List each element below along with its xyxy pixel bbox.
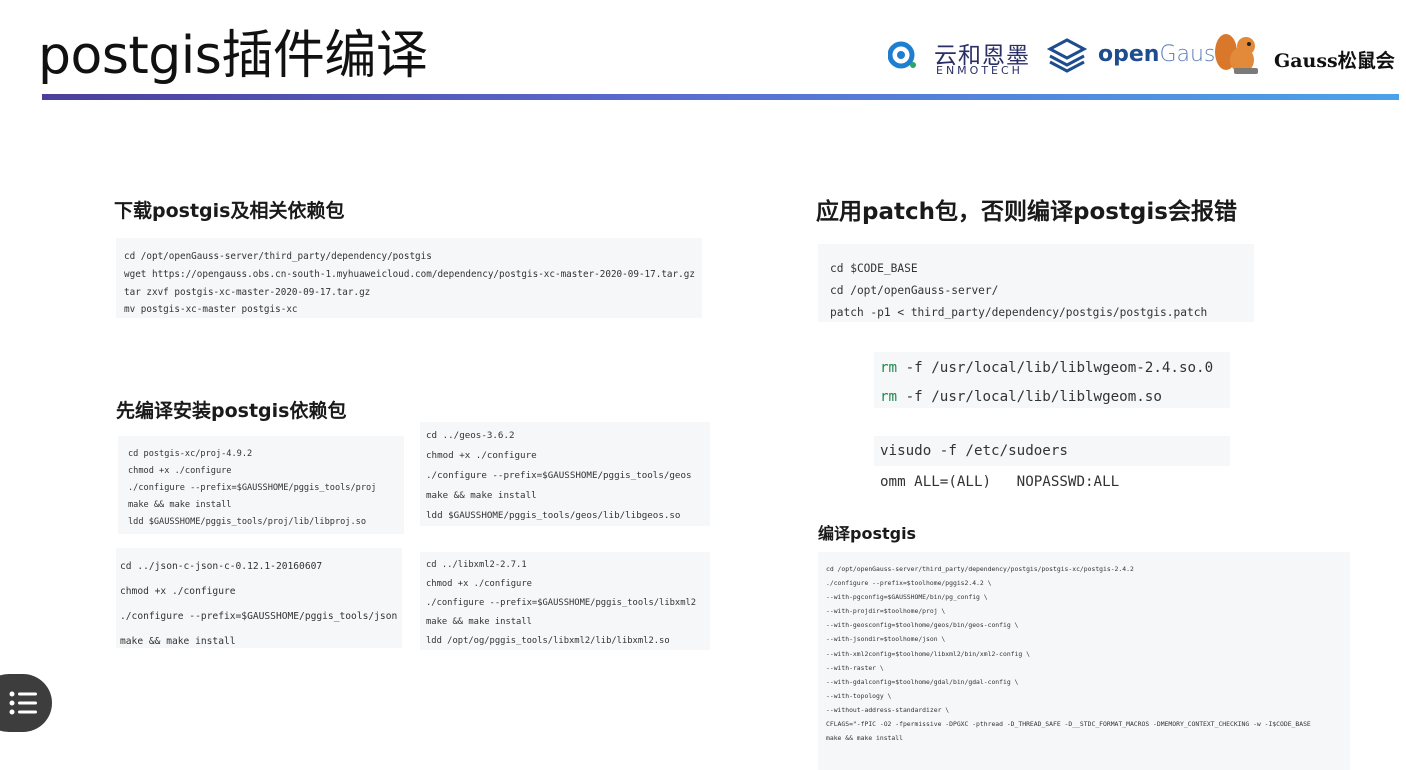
code-line: ldd /opt/og/pggis_tools/libxml2/lib/libx…: [426, 636, 670, 646]
geos-code-block: cd ../geos-3.6.2 chmod +x ./configure ./…: [420, 422, 710, 526]
code-line: make && make install: [426, 617, 532, 627]
code-line: --with-projdir=$toolhome/proj \: [826, 607, 946, 616]
code-line: mv postgis-xc-master postgis-xc: [124, 304, 298, 316]
rm-code-block: rm -f /usr/local/lib/liblwgeom-2.4.so.0 …: [874, 352, 1230, 408]
title-divider: [42, 94, 1399, 100]
code-line: --with-pgconfig=$GAUSSHOME/bin/pg_config…: [826, 593, 988, 602]
code-line: rm -f /usr/local/lib/liblwgeom-2.4.so.0: [880, 354, 1224, 383]
code-line: make && make install: [128, 500, 232, 510]
libxml-code-block: cd ../libxml2-2.7.1 chmod +x ./configure…: [420, 552, 710, 650]
enmo-en-name: ENMOTECH: [936, 64, 1023, 77]
code-line: omm ALL=(ALL) NOPASSWD:ALL: [880, 474, 1120, 490]
code-line: chmod +x ./configure: [426, 579, 532, 589]
code-line: CFLAGS="-fPIC -O2 -fpermissive -DPGXC -p…: [826, 720, 1311, 729]
code-line: ldd $GAUSSHOME/pggis_tools/proj/lib/libp…: [128, 517, 366, 527]
code-line: cd postgis-xc/proj-4.9.2: [128, 449, 253, 459]
code-line: cd /opt/openGauss-server/third_party/dep…: [124, 251, 432, 262]
code-line: wget https://opengauss.obs.cn-south-1.my…: [124, 268, 695, 280]
code-line: tar zxvf postgis-xc-master-2020-09-17.ta…: [124, 286, 371, 298]
code-line: --with-xml2config=$toolhome/libxml2/bin/…: [826, 649, 1030, 658]
code-line: cd /opt/openGauss-server/: [830, 284, 999, 297]
list-menu-button[interactable]: [0, 674, 52, 732]
enmo-logo: 云和恩墨 ENMOTECH: [886, 36, 1029, 77]
squirrel-logo-icon: [1215, 34, 1258, 74]
opengauss-logo-icon: [1046, 38, 1088, 73]
download-heading: 下载postgis及相关依赖包: [114, 200, 345, 222]
code-line: ./configure --prefix=$toolhome/pggis2.4.…: [826, 579, 992, 588]
rm-command: rm: [880, 389, 898, 405]
omm-line: omm ALL=(ALL) NOPASSWD:ALL: [874, 468, 1230, 496]
visudo-code-block: visudo -f /etc/sudoers: [874, 436, 1230, 466]
patch-heading: 应用patch包，否则编译postgis会报错: [816, 199, 1237, 225]
code-line: --with-raster \: [826, 663, 884, 672]
list-menu-icon: [9, 691, 37, 715]
code-line: make && make install: [120, 636, 236, 647]
code-line: visudo -f /etc/sudoers: [880, 443, 1068, 459]
page-title: postgis插件编译: [38, 26, 428, 86]
code-line: chmod +x ./configure: [128, 466, 232, 476]
gauss-club-name: Gauss松鼠会: [1274, 50, 1395, 72]
code-line: ./configure --prefix=$GAUSSHOME/pggis_to…: [120, 611, 398, 622]
code-line: cd ../libxml2-2.7.1: [426, 560, 527, 570]
code-line: --with-geosconfig=$toolhome/geos/bin/geo…: [826, 621, 1019, 630]
code-line: rm -f /usr/local/lib/liblwgeom.so: [880, 383, 1224, 408]
logo-bar: 云和恩墨 ENMOTECH openGauss Gauss松鼠会: [886, 30, 1401, 80]
download-code-block: cd /opt/openGauss-server/third_party/dep…: [116, 238, 702, 318]
compile-heading: 编译postgis: [818, 524, 917, 543]
code-line: cd ../geos-3.6.2: [426, 430, 515, 441]
code-line: ./configure --prefix=$GAUSSHOME/pggis_to…: [426, 598, 697, 608]
code-line: chmod +x ./configure: [120, 586, 236, 597]
code-line: chmod +x ./configure: [426, 450, 537, 461]
code-line: --with-topology \: [826, 691, 892, 700]
rm-command: rm: [880, 360, 898, 376]
code-line: ./configure --prefix=$GAUSSHOME/pggis_to…: [426, 470, 692, 481]
code-line: cd ../json-c-json-c-0.12.1-20160607: [120, 561, 323, 572]
code-line: make && make install: [826, 734, 903, 743]
code-line: patch -p1 < third_party/dependency/postg…: [830, 306, 1208, 319]
code-line: --with-jsondir=$toolhome/json \: [826, 635, 946, 644]
code-line: cd $CODE_BASE: [830, 262, 918, 275]
proj-code-block: cd postgis-xc/proj-4.9.2 chmod +x ./conf…: [118, 436, 404, 534]
opengauss-open-text: open: [1098, 42, 1160, 67]
rm-args: -f /usr/local/lib/liblwgeom.so: [897, 389, 1162, 405]
opengauss-logo: openGauss: [1046, 34, 1227, 76]
compile-code-block: cd /opt/openGauss-server/third_party/dep…: [818, 552, 1350, 770]
patch-code-block: cd $CODE_BASE cd /opt/openGauss-server/ …: [818, 244, 1254, 322]
deps-heading: 先编译安装postgis依赖包: [116, 400, 347, 422]
rm-args: -f /usr/local/lib/liblwgeom-2.4.so.0: [897, 360, 1214, 376]
code-line: ldd $GAUSSHOME/pggis_tools/geos/lib/libg…: [426, 510, 681, 521]
code-line: cd /opt/openGauss-server/third_party/dep…: [826, 565, 1134, 573]
enmo-logo-icon: [888, 41, 916, 69]
code-line: --without-address-standardizer \: [826, 705, 950, 714]
json-code-block: cd ../json-c-json-c-0.12.1-20160607 chmo…: [116, 548, 402, 648]
code-line: --with-gdalconfig=$toolhome/gdal/bin/gda…: [826, 677, 1019, 686]
code-line: make && make install: [426, 490, 537, 501]
code-line: ./configure --prefix=$GAUSSHOME/pggis_to…: [128, 483, 377, 493]
